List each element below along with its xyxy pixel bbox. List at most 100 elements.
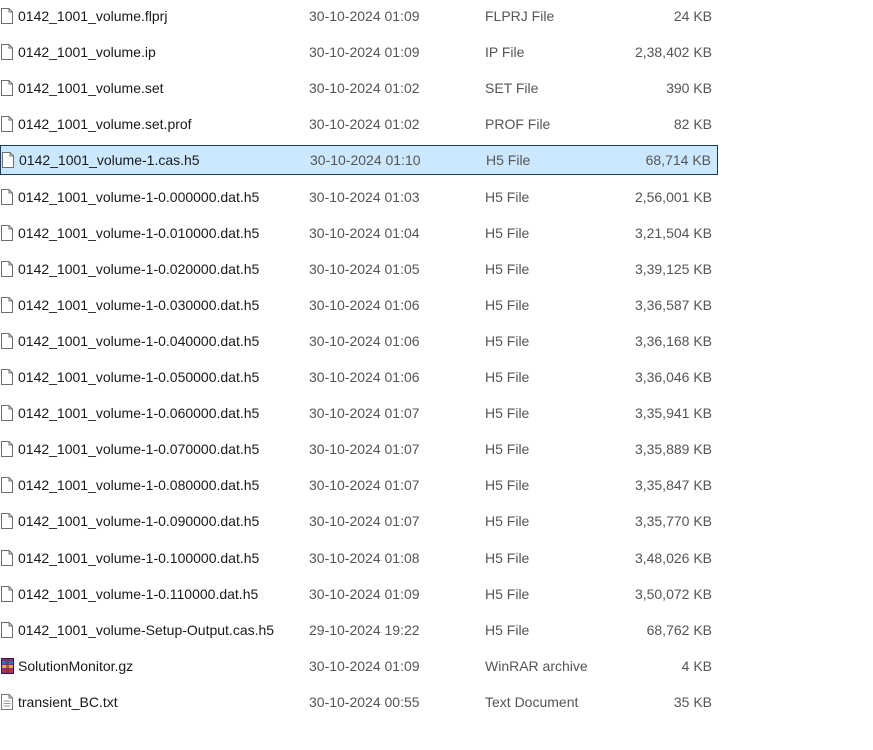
file-size: 3,35,889 KB — [634, 441, 712, 458]
file-name: 0142_1001_volume-1-0.030000.dat.h5 — [18, 296, 260, 313]
file-name: 0142_1001_volume-1-0.080000.dat.h5 — [18, 477, 260, 494]
file-type: Text Document — [485, 693, 579, 710]
file-date-modified: 30-10-2024 01:07 — [309, 405, 420, 422]
file-date-modified: 30-10-2024 01:03 — [309, 188, 420, 205]
generic-file-icon — [1, 188, 13, 205]
file-name: 0142_1001_volume.set.prof — [18, 116, 192, 133]
file-name: 0142_1001_volume-1-0.010000.dat.h5 — [18, 224, 260, 241]
file-name: 0142_1001_volume-1.cas.h5 — [19, 152, 200, 169]
file-date-modified: 29-10-2024 19:22 — [309, 621, 420, 638]
file-name: 0142_1001_volume.ip — [18, 44, 156, 61]
file-date-modified: 30-10-2024 01:02 — [309, 80, 420, 97]
file-type: H5 File — [485, 513, 530, 530]
file-date-modified: 30-10-2024 01:08 — [309, 549, 420, 566]
generic-file-icon — [1, 116, 13, 133]
file-date-modified: 30-10-2024 00:55 — [309, 693, 420, 710]
file-type: H5 File — [485, 441, 530, 458]
file-row[interactable]: 0142_1001_volume-1-0.100000.dat.h5 30-10-… — [0, 543, 718, 573]
generic-file-icon — [1, 585, 13, 602]
file-name: 0142_1001_volume-1-0.000000.dat.h5 — [18, 188, 260, 205]
file-row[interactable]: 0142_1001_volume-1-0.010000.dat.h5 30-10-… — [0, 218, 718, 248]
file-type: H5 File — [485, 260, 530, 277]
file-type: H5 File — [485, 477, 530, 494]
file-date-modified: 30-10-2024 01:02 — [309, 116, 420, 133]
file-size: 390 KB — [666, 80, 712, 97]
file-type: SET File — [485, 80, 539, 97]
file-row[interactable]: 0142_1001_volume-1-0.090000.dat.h5 30-10-… — [0, 506, 718, 536]
file-name: 0142_1001_volume-1-0.040000.dat.h5 — [18, 332, 260, 349]
generic-file-icon — [1, 260, 13, 277]
file-type: H5 File — [485, 405, 530, 422]
file-row[interactable]: SolutionMonitor.gz 30-10-2024 01:09 WinRAR… — [0, 651, 718, 681]
generic-file-icon — [1, 8, 13, 24]
file-row[interactable]: transient_BC.txt 30-10-2024 00:55 Text Doc… — [0, 687, 718, 717]
file-row[interactable]: 0142_1001_volume-Setup-Output.cas.h5 29-1… — [0, 615, 718, 645]
file-row[interactable]: 0142_1001_volume-1-0.060000.dat.h5 30-10-… — [0, 398, 718, 428]
file-size: 3,21,504 KB — [634, 224, 712, 241]
file-name: 0142_1001_volume-1-0.060000.dat.h5 — [18, 405, 260, 422]
generic-file-icon — [1, 332, 13, 349]
file-name: 0142_1001_volume-1-0.050000.dat.h5 — [18, 369, 260, 385]
generic-file-icon — [1, 513, 13, 530]
file-size: 2,56,001 KB — [634, 188, 712, 205]
file-list: 0142_1001_volume.flprj 30-10-2024 01:09 FL… — [0, 0, 873, 750]
generic-file-icon — [2, 152, 14, 169]
file-type: H5 File — [486, 152, 531, 169]
file-row[interactable]: 0142_1001_volume-1-0.080000.dat.h5 30-10-… — [0, 470, 718, 500]
file-row[interactable]: 0142_1001_volume-1-0.020000.dat.h5 30-10-… — [0, 254, 718, 284]
file-row[interactable]: 0142_1001_volume-1-0.110000.dat.h5 30-10-… — [0, 579, 718, 609]
file-date-modified: 30-10-2024 01:09 — [309, 44, 420, 61]
file-type: PROF File — [485, 116, 551, 133]
file-type: H5 File — [485, 332, 530, 349]
generic-file-icon — [1, 549, 13, 566]
file-date-modified: 30-10-2024 01:05 — [309, 260, 420, 277]
file-row[interactable]: 0142_1001_volume-1-0.030000.dat.h5 30-10-… — [0, 290, 718, 320]
file-type: IP File — [485, 44, 525, 61]
file-name: transient_BC.txt — [18, 693, 118, 710]
file-size: 82 KB — [673, 116, 712, 133]
file-date-modified: 30-10-2024 01:07 — [309, 477, 420, 494]
file-name: 0142_1001_volume-Setup-Output.cas.h5 — [18, 621, 275, 638]
file-row[interactable]: 0142_1001_volume-1-0.050000.dat.h5 30-10-… — [0, 362, 718, 392]
file-row[interactable]: 0142_1001_volume-1-0.070000.dat.h5 30-10-… — [0, 434, 718, 464]
file-size: 68,762 KB — [646, 621, 712, 638]
file-size: 68,714 KB — [645, 152, 711, 169]
file-size: 4 KB — [681, 657, 712, 674]
file-size: 3,50,072 KB — [634, 585, 712, 602]
file-row[interactable]: 0142_1001_volume.set.prof 30-10-2024 01:0… — [0, 109, 718, 139]
file-row[interactable]: 0142_1001_volume-1-0.040000.dat.h5 30-10-… — [0, 326, 718, 356]
file-size: 3,35,770 KB — [634, 513, 712, 530]
file-row[interactable]: 0142_1001_volume.ip 30-10-2024 01:09 IP Fi… — [0, 37, 718, 67]
generic-file-icon — [1, 44, 13, 61]
generic-file-icon — [1, 405, 13, 422]
text-document-icon — [1, 693, 13, 710]
file-date-modified: 30-10-2024 01:06 — [309, 332, 420, 349]
generic-file-icon — [1, 224, 13, 241]
file-name: 0142_1001_volume-1-0.020000.dat.h5 — [18, 260, 260, 277]
file-size: 35 KB — [673, 693, 712, 710]
generic-file-icon — [1, 369, 13, 385]
file-row[interactable]: 0142_1001_volume.set 30-10-2024 01:02 SET … — [0, 73, 718, 103]
winrar-archive-icon — [1, 657, 14, 674]
file-name: 0142_1001_volume.flprj — [18, 8, 168, 24]
file-type: H5 File — [485, 224, 530, 241]
file-name: 0142_1001_volume-1-0.100000.dat.h5 — [18, 549, 260, 566]
file-date-modified: 30-10-2024 01:06 — [309, 296, 420, 313]
file-type: H5 File — [485, 585, 530, 602]
file-name: 0142_1001_volume-1-0.070000.dat.h5 — [18, 441, 260, 458]
file-date-modified: 30-10-2024 01:04 — [309, 224, 420, 241]
file-size: 3,48,026 KB — [634, 549, 712, 566]
file-type: H5 File — [485, 621, 530, 638]
file-date-modified: 30-10-2024 01:09 — [309, 8, 420, 24]
generic-file-icon — [1, 477, 13, 494]
file-type: WinRAR archive — [485, 657, 588, 674]
file-row[interactable]: 0142_1001_volume-1-0.000000.dat.h5 30-10-… — [0, 182, 718, 212]
file-type: H5 File — [485, 369, 530, 385]
file-type: H5 File — [485, 188, 530, 205]
file-date-modified: 30-10-2024 01:07 — [309, 513, 420, 530]
generic-file-icon — [1, 621, 13, 638]
file-row[interactable]: 0142_1001_volume.flprj 30-10-2024 01:09 FL… — [0, 1, 718, 31]
file-size: 3,35,847 KB — [634, 477, 712, 494]
file-row[interactable]: 0142_1001_volume-1.cas.h5 30-10-2024 01:1… — [0, 145, 718, 176]
file-name: 0142_1001_volume-1-0.110000.dat.h5 — [18, 585, 259, 602]
